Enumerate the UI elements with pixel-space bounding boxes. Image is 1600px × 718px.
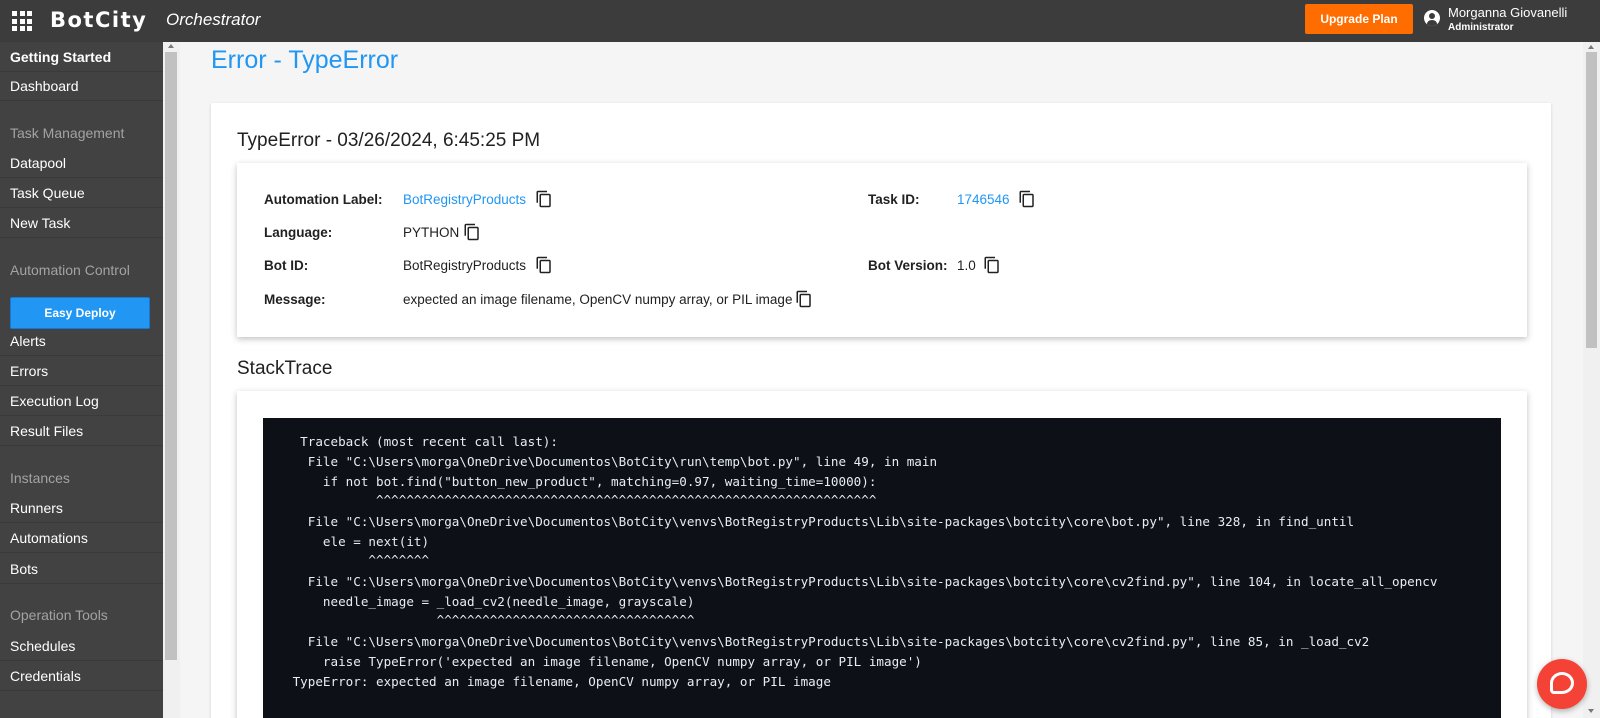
- sidebar-section-task-management: Task Management: [10, 125, 125, 141]
- chat-bubble-icon: [1550, 672, 1574, 694]
- scroll-up-arrow-icon[interactable]: [1588, 45, 1594, 49]
- stacktrace-code-block: Traceback (most recent call last): File …: [263, 418, 1501, 718]
- automation-label-label: Automation Label:: [264, 192, 383, 207]
- sidebar-scroll-thumb[interactable]: [165, 52, 177, 660]
- sidebar-item-getting-started[interactable]: Getting Started: [0, 42, 163, 72]
- sidebar-item-bots[interactable]: Bots: [0, 554, 163, 584]
- sidebar-section-instances: Instances: [10, 470, 70, 486]
- stacktrace-line: needle_image = _load_cv2(needle_image, g…: [285, 594, 695, 609]
- user-account-icon[interactable]: [1424, 10, 1440, 26]
- sidebar-scrollbar[interactable]: [163, 42, 180, 718]
- stacktrace-line: TypeError: expected an image filename, O…: [285, 674, 831, 689]
- scroll-down-arrow-icon[interactable]: [1588, 709, 1594, 713]
- sidebar-item-execution-log[interactable]: Execution Log: [0, 386, 163, 416]
- bot-version-label: Bot Version:: [868, 258, 948, 273]
- automation-label-link[interactable]: BotRegistryProducts: [403, 192, 526, 207]
- sidebar-item-automations[interactable]: Automations: [0, 523, 163, 553]
- copy-icon[interactable]: [535, 255, 553, 275]
- stacktrace-title: StackTrace: [237, 358, 333, 379]
- sidebar-item-alerts[interactable]: Alerts: [0, 326, 163, 356]
- copy-icon[interactable]: [983, 255, 1001, 275]
- sidebar-item-task-queue[interactable]: Task Queue: [0, 178, 163, 208]
- main-scroll-thumb[interactable]: [1586, 52, 1597, 348]
- stacktrace-line: ^^^^^^^^: [285, 552, 430, 567]
- chat-support-button[interactable]: [1537, 659, 1587, 709]
- stacktrace-line: File "C:\Users\morga\OneDrive\Documentos…: [285, 574, 1438, 589]
- main-scrollbar[interactable]: [1583, 42, 1600, 718]
- language-label: Language:: [264, 225, 333, 240]
- stacktrace-line: File "C:\Users\morga\OneDrive\Documentos…: [285, 634, 1370, 649]
- copy-icon[interactable]: [535, 189, 553, 209]
- sidebar-item-dashboard[interactable]: Dashboard: [0, 71, 163, 101]
- stacktrace-line: Traceback (most recent call last):: [285, 434, 558, 449]
- stacktrace-line: ele = next(it): [285, 534, 430, 549]
- stacktrace-line: File "C:\Users\morga\OneDrive\Documentos…: [285, 514, 1355, 529]
- bot-id-label: Bot ID:: [264, 258, 309, 273]
- sidebar-section-operation-tools: Operation Tools: [10, 607, 108, 623]
- page-title: Error - TypeError: [211, 46, 399, 74]
- sidebar-item-schedules[interactable]: Schedules: [0, 631, 163, 661]
- sidebar-item-errors[interactable]: Errors: [0, 356, 163, 386]
- top-bar: BotCity Orchestrator Upgrade Plan Morgan…: [0, 0, 1600, 42]
- copy-icon[interactable]: [1018, 189, 1036, 209]
- stacktrace-line: if not bot.find("button_new_product", ma…: [285, 474, 877, 489]
- sidebar-item-credentials[interactable]: Credentials: [0, 661, 163, 691]
- sidebar-item-new-task[interactable]: New Task: [0, 208, 163, 238]
- user-name[interactable]: Morganna Giovanelli: [1448, 5, 1567, 20]
- upgrade-plan-button[interactable]: Upgrade Plan: [1305, 4, 1413, 34]
- stacktrace-line: ^^^^^^^^^^^^^^^^^^^^^^^^^^^^^^^^^^^^^^^^…: [285, 492, 877, 507]
- language-value: PYTHON: [403, 225, 460, 240]
- message-value: expected an image filename, OpenCV numpy…: [403, 292, 793, 307]
- bot-id-value: BotRegistryProducts: [403, 258, 527, 273]
- task-id-link[interactable]: 1746546: [957, 192, 1010, 207]
- sidebar-item-result-files[interactable]: Result Files: [0, 416, 163, 446]
- stacktrace-line: ^^^^^^^^^^^^^^^^^^^^^^^^^^^^^^^^^^: [285, 612, 695, 627]
- bot-version-value: 1.0: [957, 258, 976, 273]
- copy-icon[interactable]: [463, 222, 481, 242]
- user-role: Administrator: [1448, 22, 1514, 33]
- sidebar-section-automation-control: Automation Control: [10, 262, 130, 278]
- easy-deploy-button[interactable]: Easy Deploy: [10, 297, 150, 329]
- error-info-box: [237, 163, 1527, 337]
- task-id-label: Task ID:: [868, 192, 920, 207]
- message-label: Message:: [264, 292, 326, 307]
- copy-icon[interactable]: [795, 289, 813, 309]
- sidebar-item-runners[interactable]: Runners: [0, 493, 163, 523]
- stacktrace-line: File "C:\Users\morga\OneDrive\Documentos…: [285, 454, 938, 469]
- sidebar: Getting Started Dashboard Task Managemen…: [0, 42, 163, 718]
- error-header: TypeError - 03/26/2024, 6:45:25 PM: [237, 130, 541, 151]
- sidebar-item-datapool[interactable]: Datapool: [0, 148, 163, 178]
- apps-grid-icon[interactable]: [12, 11, 32, 31]
- brand-logo[interactable]: BotCity: [50, 8, 147, 32]
- product-name: Orchestrator: [166, 10, 261, 29]
- stacktrace-line: raise TypeError('expected an image filen…: [285, 654, 922, 669]
- scroll-up-arrow-icon[interactable]: [168, 44, 174, 48]
